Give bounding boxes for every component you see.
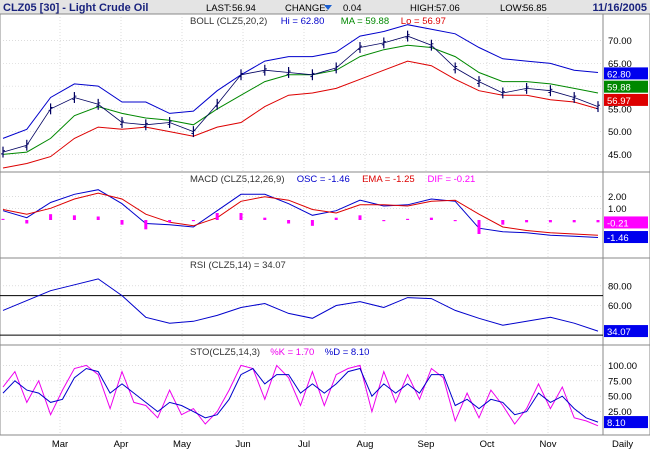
panel-label: RSI (CLZ5,14) = 34.07 [190, 260, 286, 271]
change-value: 0.04 [343, 3, 362, 14]
panel-rsi: RSI (CLZ5,14) = 34.07 80.00 60.00 34.07 [0, 257, 650, 346]
last-label: LAST: [206, 3, 231, 14]
histogram-bar [287, 220, 291, 224]
histogram-bar [572, 220, 576, 223]
histogram-bar [310, 220, 314, 226]
panel-frame [0, 344, 650, 436]
histogram-bar [429, 217, 433, 220]
panel-frame [0, 13, 650, 173]
histogram-bar [1, 218, 5, 220]
legend-entry: %D = 8.10 [325, 347, 370, 358]
histogram-bar [49, 214, 53, 220]
histogram-bar [120, 220, 124, 225]
x-tick-label: Jul [298, 439, 310, 450]
y-tick-label: 75.00 [608, 376, 632, 387]
histogram-bar [453, 220, 457, 222]
histogram-bar [191, 220, 195, 222]
y-tick-label: 60.00 [608, 301, 632, 312]
histogram-bar [382, 220, 386, 222]
legend-entry: %K = 1.70 [270, 347, 314, 358]
histogram-bar [263, 217, 267, 220]
histogram-bar [406, 218, 410, 220]
y-tick-label: 50.00 [608, 127, 632, 138]
histogram-bar [144, 220, 148, 230]
value-badge-text: 62.80 [607, 69, 631, 80]
histogram-bar [358, 215, 362, 220]
panel-label: STO(CLZ5,14,3) [190, 347, 260, 358]
x-tick-label: Mar [52, 439, 68, 450]
histogram-bar [525, 220, 529, 223]
histogram-bar [501, 220, 505, 225]
value-badge-text: -1.46 [607, 233, 629, 244]
y-tick-label: 100.00 [608, 361, 637, 372]
x-axis: Mar Apr May Jun Jul Aug Sep Oct Nov Daily [52, 439, 634, 450]
value-badge-text: 56.97 [607, 96, 631, 107]
panel-macd: MACD (CLZ5,12,26,9) OSC = -1.46 EMA = -1.2… [0, 171, 650, 259]
histogram-bar [25, 220, 29, 224]
histogram-bar [96, 216, 100, 220]
panel-label: MACD (CLZ5,12,26,9) [190, 174, 285, 185]
x-tick-label: Apr [114, 439, 129, 450]
x-tick-label: May [173, 439, 191, 450]
high-label: HIGH: [410, 3, 436, 14]
panel-label: BOLL (CLZ5,20,2) [190, 16, 267, 27]
date: 11/16/2005 [593, 2, 647, 14]
symbol-title: CLZ05 [30] - Light Crude Oil [3, 2, 148, 14]
x-tick-label: Sep [418, 439, 435, 450]
histogram-bar [334, 217, 338, 220]
y-tick-label: 80.00 [608, 281, 632, 292]
panels: BOLL (CLZ5,20,2) Hi = 62.80 MA = 59.88 Lo =… [0, 13, 650, 450]
y-tick-label: 1.00 [608, 204, 627, 215]
histogram-bar [596, 220, 600, 223]
change-label: CHANGE: [285, 3, 328, 14]
x-tick-label: Aug [357, 439, 374, 450]
value-badge-text: 34.07 [607, 327, 631, 338]
histogram-bar [477, 220, 481, 234]
y-tick-label: 2.00 [608, 192, 627, 203]
x-tick-label: Daily [612, 439, 633, 450]
value-badge-text: -0.21 [607, 218, 629, 229]
value-badge-text: 59.88 [607, 83, 631, 94]
y-tick-label: 70.00 [608, 36, 632, 47]
chart-svg: CLZ05 [30] - Light Crude Oil LAST: 56.94… [0, 0, 650, 450]
legend-entry: EMA = -1.25 [362, 174, 415, 185]
histogram-bar [72, 215, 76, 220]
legend-entry: OSC = -1.46 [297, 174, 350, 185]
x-tick-label: Jun [235, 439, 250, 450]
last-value: 56.94 [232, 3, 256, 14]
panel-sto: STO(CLZ5,14,3) %K = 1.70 %D = 8.10 100.00 75… [0, 344, 650, 436]
legend-entry: Hi = 62.80 [281, 16, 325, 27]
histogram-bar [215, 213, 219, 220]
value-badge-text: 8.10 [607, 418, 626, 429]
panel-frame [0, 257, 650, 346]
histogram-bar [168, 220, 172, 223]
legend-entry: DIF = -0.21 [428, 174, 476, 185]
histogram-bar [239, 213, 243, 220]
legend-entry: Lo = 56.97 [401, 16, 446, 27]
low-label: LOW: [500, 3, 524, 14]
high-value: 57.06 [436, 3, 460, 14]
panel-boll: BOLL (CLZ5,20,2) Hi = 62.80 MA = 59.88 Lo =… [0, 13, 650, 173]
y-tick-label: 45.00 [608, 150, 632, 161]
x-tick-label: Oct [480, 439, 495, 450]
x-tick-label: Nov [540, 439, 557, 450]
y-tick-label: 50.00 [608, 392, 632, 403]
chart-root: CLZ05 [30] - Light Crude Oil LAST: 56.94… [0, 0, 650, 450]
histogram-bar [548, 220, 552, 223]
low-value: 56.85 [523, 3, 547, 14]
